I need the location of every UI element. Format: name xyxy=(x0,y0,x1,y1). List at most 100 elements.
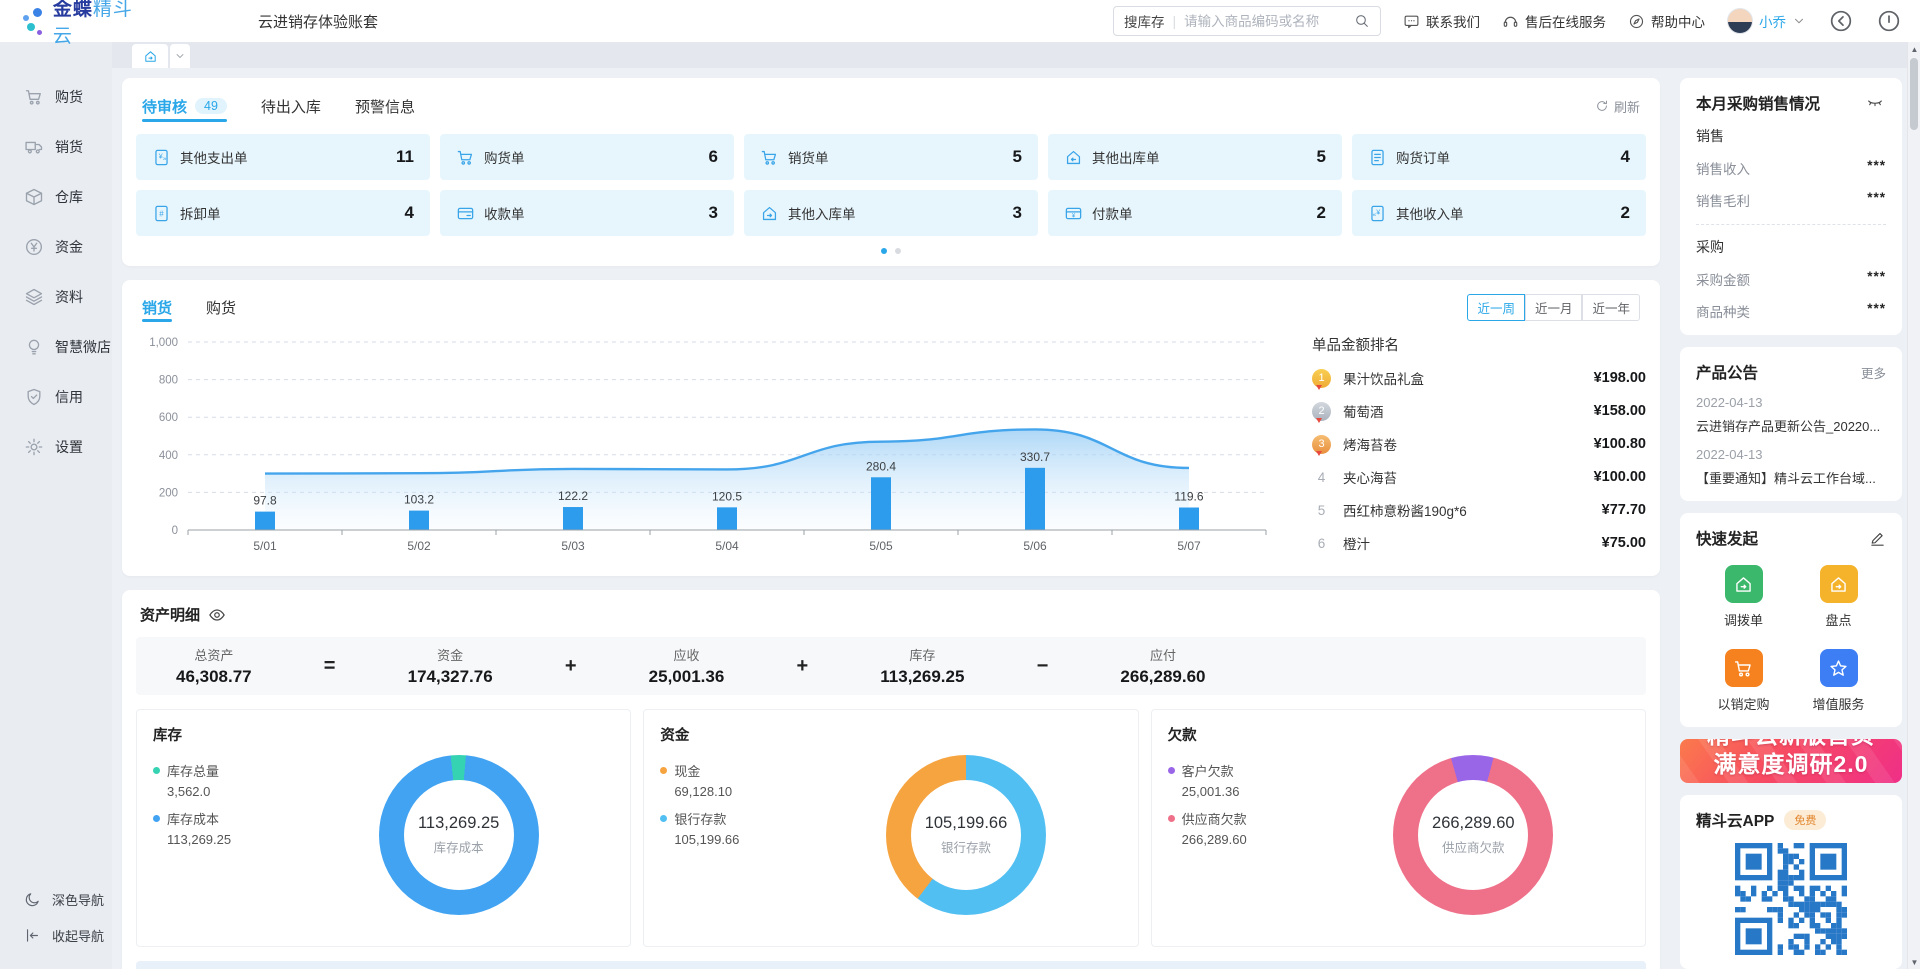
svg-text:1,000: 1,000 xyxy=(149,337,178,349)
todo-card-other-inbound[interactable]: 其他入库单 3 xyxy=(744,190,1038,236)
refresh-button[interactable]: 刷新 xyxy=(1595,97,1640,116)
edit-pencil-icon[interactable] xyxy=(1869,530,1886,547)
dark-nav-toggle[interactable]: 深色导航 xyxy=(0,881,112,917)
payment-doc-icon: ¥ xyxy=(1064,204,1083,223)
more-link[interactable]: 更多 xyxy=(1861,363,1886,382)
svg-text:»: » xyxy=(163,155,167,162)
search-icon[interactable] xyxy=(1354,13,1370,29)
logout-button[interactable] xyxy=(1876,8,1902,34)
todo-card-other-expense[interactable]: ¥» 其他支出单 11 xyxy=(136,134,430,180)
todo-card-other-income[interactable]: ¥« 其他收入单 2 xyxy=(1352,190,1646,236)
app-qr-code xyxy=(1735,843,1847,955)
todo-card-purchase-order[interactable]: 购货单 6 xyxy=(440,134,734,180)
svg-text:800: 800 xyxy=(159,375,178,387)
search-scope-label[interactable]: 搜库存 xyxy=(1124,11,1165,31)
sidebar-item-warehouse[interactable]: 仓库 xyxy=(0,172,112,222)
cart-icon xyxy=(456,148,475,167)
ranking-row[interactable]: 5 西红柿意粉酱190g*6 ¥77.70 xyxy=(1312,500,1646,520)
quick-value-added-service[interactable]: 增值服务 xyxy=(1791,649,1886,713)
after-sales-service-link[interactable]: 售后在线服务 xyxy=(1502,11,1606,31)
sidebar-item-funds[interactable]: 资金 xyxy=(0,222,112,272)
todo-card-disassembly[interactable]: # 拆卸单 4 xyxy=(136,190,430,236)
tab-pending-inout[interactable]: 待出入库 xyxy=(261,90,321,122)
app-logo[interactable]: 金蝶精斗云 xyxy=(22,0,140,48)
page-scrollbar[interactable]: ▲ ▼ xyxy=(1907,42,1920,969)
svg-text:5/05: 5/05 xyxy=(869,539,893,553)
quick-transfer-order[interactable]: 调拨单 xyxy=(1696,565,1791,629)
ranking-row[interactable]: 1 果汁饮品礼盒 ¥198.00 xyxy=(1312,368,1646,388)
avatar xyxy=(1727,8,1753,34)
assets-title: 资产明细 xyxy=(140,604,200,625)
monthly-summary-widget: 本月采购销售情况 销售 销售收入 *** 销售毛利 *** 采购 xyxy=(1680,78,1902,335)
svg-text:«: « xyxy=(1373,211,1377,218)
svg-text:5/02: 5/02 xyxy=(407,539,431,553)
pager-dot-1[interactable] xyxy=(881,248,887,254)
tab-purchase[interactable]: 购货 xyxy=(206,292,236,322)
period-month-button[interactable]: 近一月 xyxy=(1525,294,1583,321)
sidebar-item-smart-store[interactable]: 智慧微店 xyxy=(0,322,112,372)
svg-text:280.4: 280.4 xyxy=(866,459,896,473)
card-count: 4 xyxy=(1621,147,1630,167)
tab-pending-review[interactable]: 待审核 49 xyxy=(142,90,227,122)
income-doc-icon: ¥« xyxy=(1368,204,1387,223)
todo-card-sales-order[interactable]: 销货单 5 xyxy=(744,134,1038,180)
tab-sales[interactable]: 销货 xyxy=(142,292,172,322)
silver-medal-icon: 2 xyxy=(1312,402,1331,421)
card-count: 6 xyxy=(709,147,718,167)
announcement-link[interactable]: 云进销存产品更新公告_20220... xyxy=(1696,416,1886,435)
user-menu[interactable]: 小乔 xyxy=(1727,8,1806,34)
house-swap-icon xyxy=(1733,574,1754,595)
legend-item: 现金 69,128.10 xyxy=(660,761,810,799)
total-assets-term: 总资产 46,308.77 xyxy=(176,645,252,687)
ranking-row[interactable]: 6 橙汁 ¥75.00 xyxy=(1312,533,1646,553)
tab-dropdown-button[interactable] xyxy=(170,44,190,68)
eye-icon[interactable] xyxy=(208,606,226,624)
scroll-thumb[interactable] xyxy=(1910,58,1918,130)
bulb-icon xyxy=(24,337,44,357)
sidebar-item-settings[interactable]: 设置 xyxy=(0,422,112,472)
summary-row: 商品种类 *** xyxy=(1696,301,1886,321)
quick-stocktake[interactable]: 盘点 xyxy=(1791,565,1886,629)
todo-card-receipt[interactable]: 收款单 3 xyxy=(440,190,734,236)
contact-us-link[interactable]: 联系我们 xyxy=(1403,11,1480,31)
inventory-donut-chart: 113,269.25 库存成本 xyxy=(379,755,539,915)
todo-card-payment[interactable]: ¥ 付款单 2 xyxy=(1048,190,1342,236)
truck-icon xyxy=(24,137,44,157)
period-year-button[interactable]: 近一年 xyxy=(1582,294,1640,321)
sidebar-item-data[interactable]: 资料 xyxy=(0,272,112,322)
period-week-button[interactable]: 近一周 xyxy=(1467,294,1525,321)
survey-banner[interactable]: 精斗云新版首页 满意度调研2.0 全新首页已到来 期待收到您的反馈 xyxy=(1680,739,1902,783)
svg-text:¥: ¥ xyxy=(1376,208,1380,216)
ranking-row[interactable]: 3 烤海苔卷 ¥100.80 xyxy=(1312,434,1646,454)
sidebar-item-credit[interactable]: 信用 xyxy=(0,372,112,422)
pager-dot-2[interactable] xyxy=(895,248,901,254)
house-check-icon xyxy=(1828,574,1849,595)
todo-card-purchase-request[interactable]: 购货订单 4 xyxy=(1352,134,1646,180)
todo-card-other-outbound[interactable]: 其他出库单 5 xyxy=(1048,134,1342,180)
minus-sign: − xyxy=(1037,655,1049,678)
sales-section-label: 销售 xyxy=(1696,126,1886,146)
user-name: 小乔 xyxy=(1759,11,1786,31)
ranking-row[interactable]: 2 葡萄酒 ¥158.00 xyxy=(1312,401,1646,421)
plus-sign: + xyxy=(796,655,808,678)
sidebar-item-sales[interactable]: 销货 xyxy=(0,122,112,172)
back-to-old-version-button[interactable] xyxy=(1828,8,1854,34)
legend-item: 银行存款 105,199.66 xyxy=(660,809,810,847)
tab-warning-info[interactable]: 预警信息 xyxy=(355,90,415,122)
search-input[interactable] xyxy=(1184,14,1346,29)
help-center-link[interactable]: 帮助中心 xyxy=(1628,11,1705,31)
eye-closed-icon[interactable] xyxy=(1864,95,1886,111)
announcement-link[interactable]: 【重要通知】精斗云工作台域... xyxy=(1696,468,1886,487)
yen-circle-icon xyxy=(24,237,44,257)
scroll-down-arrow[interactable]: ▼ xyxy=(1908,955,1920,969)
receivable-term: 应收 25,001.36 xyxy=(649,645,725,687)
quick-purchase-by-sales[interactable]: 以销定购 xyxy=(1696,649,1791,713)
expense-doc-icon: ¥» xyxy=(152,148,171,167)
app-qr-widget: 精斗云APP 免费 xyxy=(1680,795,1902,969)
collapse-nav-button[interactable]: 收起导航 xyxy=(0,917,112,953)
summary-row: 销售毛利 *** xyxy=(1696,190,1886,210)
scroll-up-arrow[interactable]: ▲ xyxy=(1908,42,1920,56)
inventory-search[interactable]: 搜库存 | xyxy=(1113,6,1381,36)
ranking-row[interactable]: 4 夹心海苔 ¥100.00 xyxy=(1312,467,1646,487)
sidebar-item-purchase[interactable]: 购货 xyxy=(0,72,112,122)
